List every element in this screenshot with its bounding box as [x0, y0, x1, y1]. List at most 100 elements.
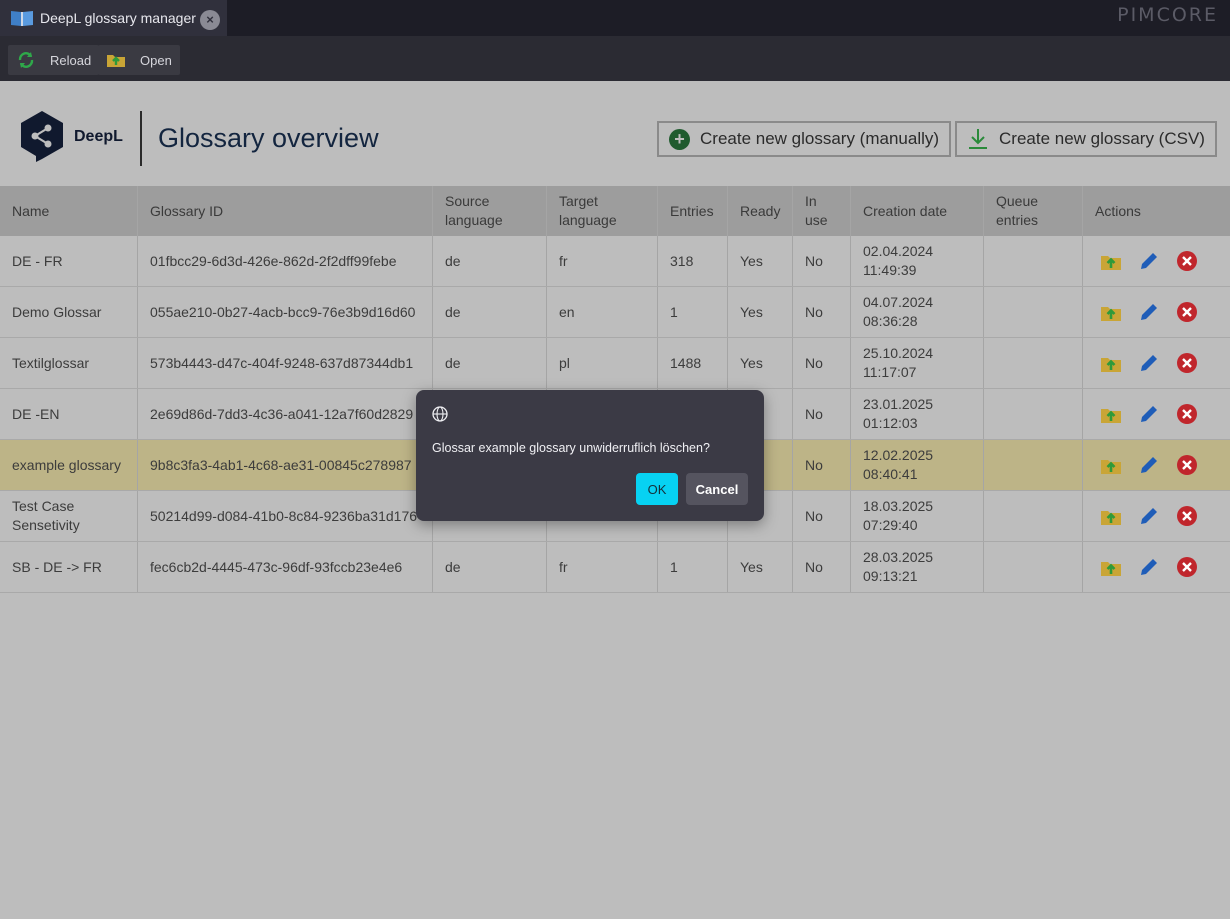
row-source-language: de	[433, 236, 547, 286]
row-in-use: No	[793, 491, 851, 541]
table-row[interactable]: Textilglossar 573b4443-d47c-404f-9248-637…	[0, 338, 1230, 389]
create-glossary-manual-button[interactable]: + Create new glossary (manually)	[657, 121, 952, 157]
edit-pencil-icon[interactable]	[1137, 402, 1161, 426]
row-name: DE - FR	[0, 236, 138, 286]
row-in-use: No	[793, 338, 851, 388]
row-queue-entries	[984, 491, 1083, 541]
upload-folder-icon[interactable]	[1099, 453, 1123, 477]
row-name: SB - DE -> FR	[0, 542, 138, 592]
edit-pencil-icon[interactable]	[1137, 555, 1161, 579]
delete-icon[interactable]	[1175, 351, 1199, 375]
upload-folder-icon[interactable]	[1099, 249, 1123, 273]
row-in-use: No	[793, 287, 851, 337]
toolbar: Reload Open	[0, 36, 1230, 81]
row-in-use: No	[793, 236, 851, 286]
edit-pencil-icon[interactable]	[1137, 351, 1161, 375]
cancel-button[interactable]: Cancel	[686, 473, 748, 505]
row-source-language: de	[433, 542, 547, 592]
row-creation-date: 25.10.2024 11:17:07	[851, 338, 984, 388]
create-glossary-manual-label: Create new glossary (manually)	[700, 129, 940, 148]
reload-button[interactable]: Reload	[8, 45, 100, 75]
edit-pencil-icon[interactable]	[1137, 300, 1161, 324]
open-label: Open	[140, 52, 172, 68]
row-name: example glossary	[0, 440, 138, 490]
column-header-name[interactable]: Name	[0, 186, 138, 236]
column-header-entries[interactable]: Entries	[658, 186, 728, 236]
row-name: Textilglossar	[0, 338, 138, 388]
row-queue-entries	[984, 389, 1083, 439]
row-entries: 1488	[658, 338, 728, 388]
upload-folder-icon[interactable]	[1099, 504, 1123, 528]
row-glossary-id: fec6cb2d-4445-473c-96df-93fccb23e4e6	[138, 542, 433, 592]
row-source-language: de	[433, 287, 547, 337]
deepl-logo: DeepL	[18, 109, 123, 165]
row-glossary-id: 50214d99-d084-41b0-8c84-9236ba31d176	[138, 491, 433, 541]
row-queue-entries	[984, 236, 1083, 286]
row-ready: Yes	[728, 236, 793, 286]
row-actions	[1083, 542, 1230, 592]
row-glossary-id: 01fbcc29-6d3d-426e-862d-2f2dff99febe	[138, 236, 433, 286]
row-name: Demo Glossar	[0, 287, 138, 337]
delete-icon[interactable]	[1175, 555, 1199, 579]
upload-folder-icon[interactable]	[1099, 555, 1123, 579]
upload-folder-icon[interactable]	[1099, 300, 1123, 324]
delete-icon[interactable]	[1175, 504, 1199, 528]
row-queue-entries	[984, 542, 1083, 592]
row-in-use: No	[793, 389, 851, 439]
table-header: Name Glossary ID Source language Target …	[0, 186, 1230, 236]
delete-icon[interactable]	[1175, 453, 1199, 477]
row-name: DE -EN	[0, 389, 138, 439]
row-ready: Yes	[728, 287, 793, 337]
row-entries: 1	[658, 287, 728, 337]
column-header-actions: Actions	[1095, 202, 1141, 219]
table-row[interactable]: DE - FR 01fbcc29-6d3d-426e-862d-2f2dff99f…	[0, 236, 1230, 287]
delete-icon[interactable]	[1175, 300, 1199, 324]
row-target-language: en	[547, 287, 658, 337]
edit-pencil-icon[interactable]	[1137, 504, 1161, 528]
upload-folder-icon[interactable]	[1099, 402, 1123, 426]
table-row[interactable]: Demo Glossar 055ae210-0b27-4acb-bcc9-76e3…	[0, 287, 1230, 338]
deepl-logo-icon	[21, 111, 63, 162]
page-title: Glossary overview	[158, 123, 379, 153]
column-header-target-language[interactable]: Target language	[547, 186, 658, 236]
row-queue-entries	[984, 440, 1083, 490]
row-target-language: fr	[547, 236, 658, 286]
delete-icon[interactable]	[1175, 402, 1199, 426]
row-name: Test Case Sensetivity	[0, 491, 138, 541]
close-tab-icon[interactable]: ×	[200, 10, 220, 30]
upload-folder-icon[interactable]	[1099, 351, 1123, 375]
row-actions	[1083, 440, 1230, 490]
ok-button[interactable]: OK	[636, 473, 678, 505]
tab-deepl-glossary-manager[interactable]: DeepL glossary manager ×	[0, 0, 227, 36]
row-creation-date: 23.01.2025 01:12:03	[851, 389, 984, 439]
column-header-source-language[interactable]: Source language	[433, 186, 547, 236]
tab-bar: DeepL glossary manager × PIMCORE	[0, 0, 1230, 36]
create-glossary-csv-button[interactable]: Create new glossary (CSV)	[955, 121, 1217, 157]
column-header-in-use[interactable]: In use	[793, 186, 851, 236]
column-header-glossary-id[interactable]: Glossary ID	[138, 186, 433, 236]
row-in-use: No	[793, 440, 851, 490]
row-entries: 318	[658, 236, 728, 286]
column-header-creation-date[interactable]: Creation date	[851, 186, 984, 236]
row-actions	[1083, 236, 1230, 286]
pimcore-logo: PIMCORE	[1117, 4, 1218, 26]
reload-label: Reload	[50, 52, 92, 68]
row-creation-date: 04.07.2024 08:36:28	[851, 287, 984, 337]
table-row[interactable]: SB - DE -> FR fec6cb2d-4445-473c-96df-93f…	[0, 542, 1230, 593]
globe-icon	[432, 406, 448, 422]
column-header-queue-entries[interactable]: Queue entries	[984, 186, 1083, 236]
download-icon	[969, 129, 987, 149]
edit-pencil-icon[interactable]	[1137, 249, 1161, 273]
delete-icon[interactable]	[1175, 249, 1199, 273]
row-in-use: No	[793, 542, 851, 592]
row-creation-date: 02.04.2024 11:49:39	[851, 236, 984, 286]
plus-icon: +	[669, 128, 690, 150]
header-divider	[140, 111, 142, 166]
open-button[interactable]: Open	[98, 45, 180, 75]
row-actions	[1083, 389, 1230, 439]
column-header-ready[interactable]: Ready	[728, 186, 793, 236]
tab-title: DeepL glossary manager	[40, 10, 196, 26]
book-icon	[11, 11, 33, 26]
edit-pencil-icon[interactable]	[1137, 453, 1161, 477]
row-actions	[1083, 491, 1230, 541]
